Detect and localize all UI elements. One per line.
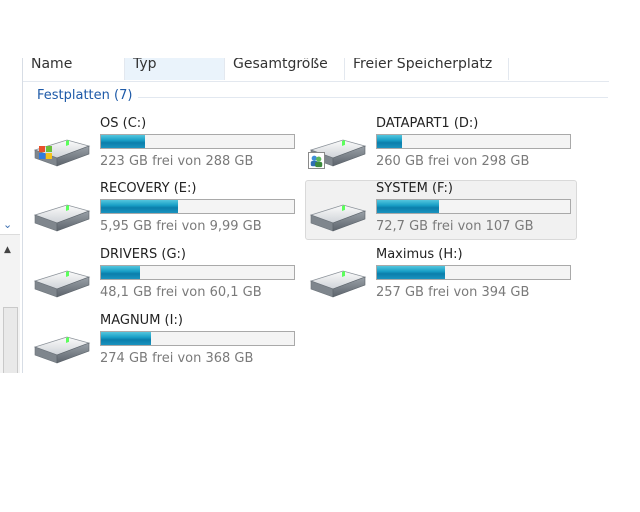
navigation-pane: ⌄ ▲	[0, 58, 23, 373]
explorer-window: ⌄ ▲ Name Typ Gesamtgröße Freier Speicher…	[0, 58, 609, 373]
hard-drive-icon	[33, 323, 91, 369]
drive-label: OS (C:)	[100, 116, 147, 131]
hard-drive-icon	[309, 191, 367, 237]
capacity-bar	[376, 265, 571, 280]
drive-label: DRIVERS (G:)	[100, 247, 186, 262]
free-space-text: 72,7 GB frei von 107 GB	[376, 219, 534, 234]
capacity-bar-fill	[101, 135, 146, 148]
free-space-text: 48,1 GB frei von 60,1 GB	[100, 285, 262, 300]
drive-label: MAGNUM (I:)	[100, 313, 183, 328]
column-free-space[interactable]: Freier Speicherplatz	[345, 58, 509, 80]
capacity-bar-fill	[101, 200, 179, 213]
capacity-bar-fill	[377, 135, 403, 148]
capacity-bar	[376, 134, 571, 149]
drive-label: RECOVERY (E:)	[100, 181, 197, 196]
system-drive-icon	[33, 126, 91, 172]
scroll-thumb[interactable]	[3, 307, 18, 373]
column-name[interactable]: Name	[23, 58, 125, 80]
group-divider	[138, 97, 608, 98]
capacity-bar	[100, 331, 295, 346]
capacity-bar	[100, 199, 295, 214]
free-space-text: 260 GB frei von 298 GB	[376, 154, 530, 169]
capacity-bar	[100, 265, 295, 280]
drive-tile-drivers-g[interactable]: DRIVERS (G:) 48,1 GB frei von 60,1 GB	[29, 246, 301, 306]
drive-label: DATAPART1 (D:)	[376, 116, 479, 131]
group-header-hard-drives[interactable]: Festplatten (7)	[37, 88, 132, 103]
free-space-text: 274 GB frei von 368 GB	[100, 351, 254, 366]
free-space-text: 223 GB frei von 288 GB	[100, 154, 254, 169]
hard-drive-icon	[33, 191, 91, 237]
capacity-bar-fill	[101, 266, 140, 279]
column-total-size[interactable]: Gesamtgröße	[225, 58, 345, 80]
drive-label: Maximus (H:)	[376, 247, 463, 262]
column-type[interactable]: Typ	[125, 58, 225, 80]
column-header: Name Typ Gesamtgröße Freier Speicherplat…	[23, 58, 609, 82]
drive-tile-system-f[interactable]: SYSTEM (F:) 72,7 GB frei von 107 GB	[305, 180, 577, 240]
navigation-scrollbar[interactable]: ▲	[0, 234, 20, 373]
drive-tile-recovery-e[interactable]: RECOVERY (E:) 5,95 GB frei von 9,99 GB	[29, 180, 301, 240]
capacity-bar	[376, 199, 571, 214]
drive-tile-maximus-h[interactable]: Maximus (H:) 257 GB frei von 394 GB	[305, 246, 577, 306]
drive-tile-magnum-i[interactable]: MAGNUM (I:) 274 GB frei von 368 GB	[29, 312, 301, 372]
capacity-bar-fill	[101, 332, 152, 345]
free-space-text: 5,95 GB frei von 9,99 GB	[100, 219, 262, 234]
hard-drive-icon	[33, 257, 91, 303]
capacity-bar-fill	[377, 266, 445, 279]
free-space-text: 257 GB frei von 394 GB	[376, 285, 530, 300]
drive-tile-os-c[interactable]: OS (C:) 223 GB frei von 288 GB	[29, 115, 301, 175]
scroll-up-arrow-icon[interactable]: ▲	[4, 245, 11, 255]
chevron-down-icon[interactable]: ⌄	[3, 218, 12, 231]
drive-label: SYSTEM (F:)	[376, 181, 453, 196]
hard-drive-icon	[309, 257, 367, 303]
drive-tile-datapart1-d[interactable]: DATAPART1 (D:) 260 GB frei von 298 GB	[305, 115, 577, 175]
capacity-bar	[100, 134, 295, 149]
shared-users-overlay-icon	[308, 152, 325, 169]
capacity-bar-fill	[377, 200, 439, 213]
